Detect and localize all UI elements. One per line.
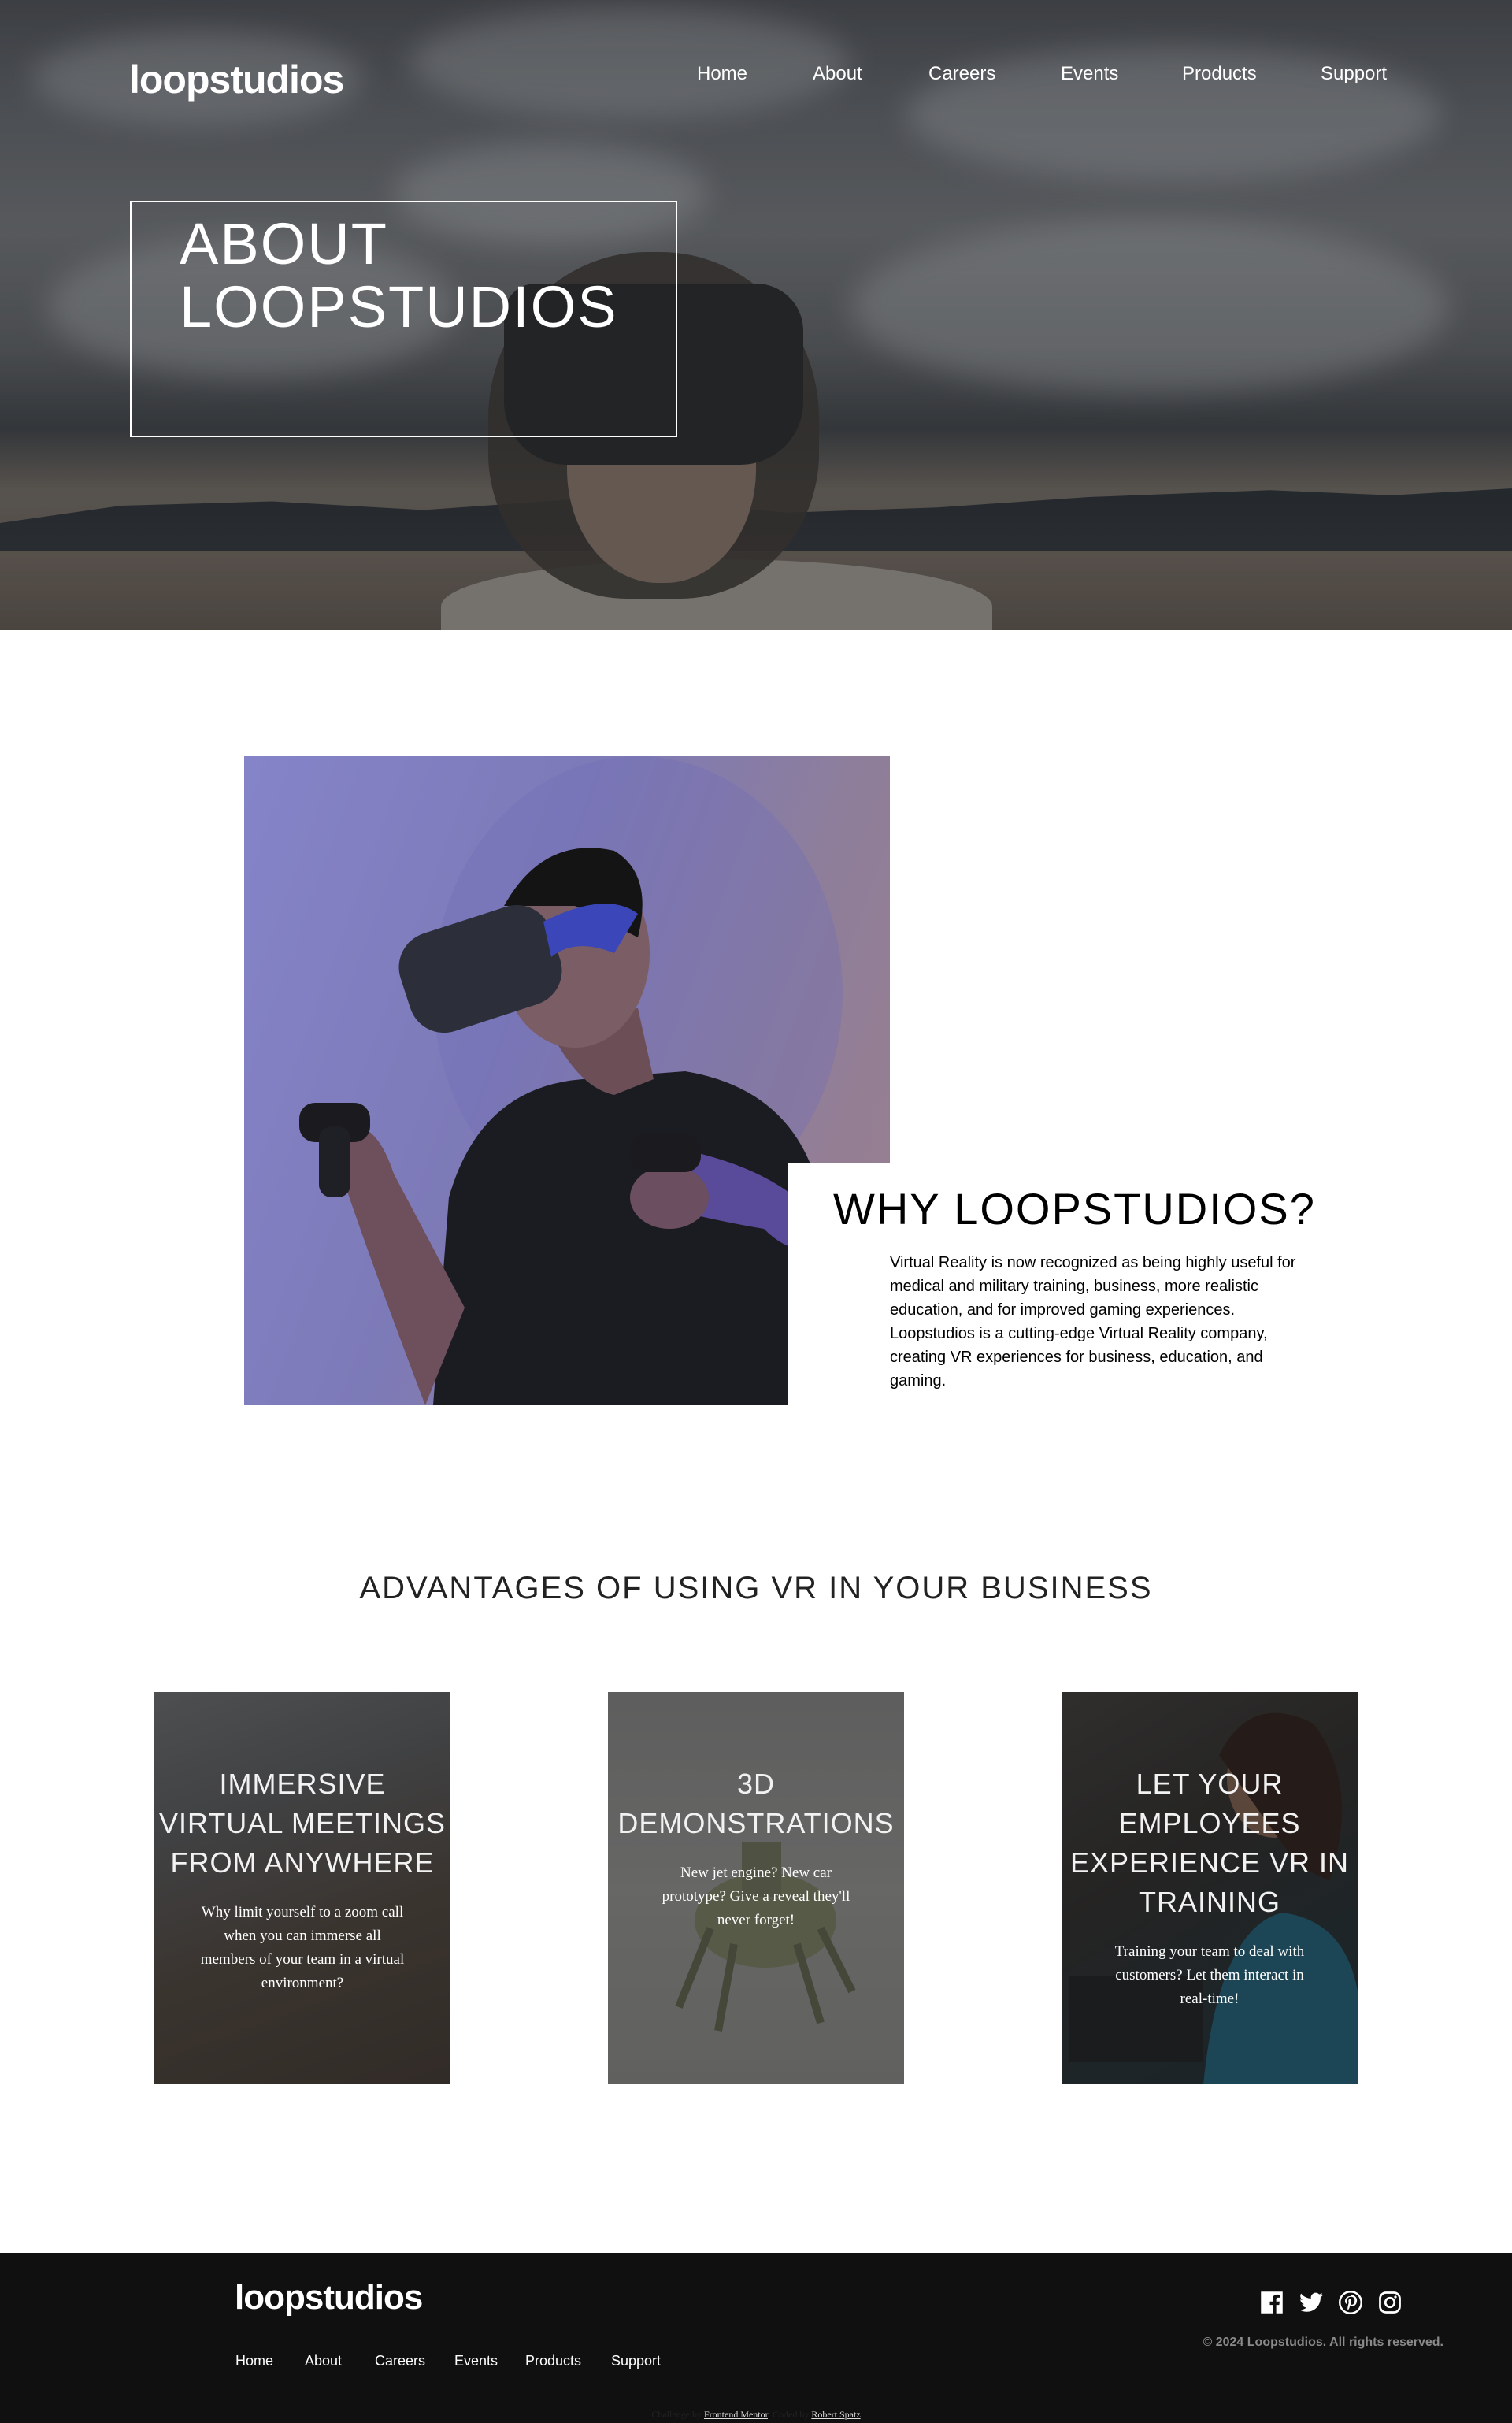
footer-nav-support[interactable]: Support — [611, 2353, 661, 2369]
why-title: WHY LOOPSTUDIOS? — [833, 1184, 1316, 1234]
card-text: New jet engine? New car prototype? Give … — [662, 1865, 850, 1928]
footer-logo[interactable]: loopstudios — [235, 2278, 423, 2317]
header-logo[interactable]: loopstudios — [129, 57, 344, 102]
advantage-card-meetings[interactable]: IMMERSIVE VIRTUAL MEETINGS FROM ANYWHERE… — [154, 1692, 450, 2084]
nav-about[interactable]: About — [813, 63, 862, 85]
card-title: 3D DEMONSTRATIONS — [617, 1768, 895, 1839]
nav-events[interactable]: Events — [1061, 63, 1118, 85]
why-description: Virtual Reality is now recognized as bei… — [890, 1254, 1296, 1390]
attribution-challenge-link[interactable]: Frontend Mentor — [704, 2409, 768, 2420]
advantage-card-3d[interactable]: 3D DEMONSTRATIONS New jet engine? New ca… — [608, 1692, 904, 2084]
nav-careers[interactable]: Careers — [928, 63, 995, 85]
pinterest-icon[interactable] — [1337, 2289, 1364, 2316]
nav-support[interactable]: Support — [1321, 63, 1387, 85]
card-text: Why limit yourself to a zoom call when y… — [200, 1904, 405, 1991]
footer-nav-about[interactable]: About — [305, 2353, 342, 2369]
card-text: Training your team to deal with customer… — [1114, 1943, 1305, 2007]
hero-title-line: LOOPSTUDIOS — [180, 274, 618, 340]
twitter-icon[interactable] — [1298, 2289, 1325, 2316]
advantage-card-training[interactable]: LET YOUR EMPLOYEES EXPERIENCE VR IN TRAI… — [1062, 1692, 1358, 2084]
hero-title-line: ABOUT — [180, 211, 388, 276]
footer-nav-careers[interactable]: Careers — [375, 2353, 425, 2369]
instagram-icon[interactable] — [1377, 2289, 1403, 2316]
attribution: Challenge by Frontend Mentor. Coded by R… — [0, 2409, 1512, 2421]
card-overlay — [154, 1692, 450, 2084]
footer-nav-home[interactable]: Home — [235, 2353, 273, 2369]
hero-title: ABOUT LOOPSTUDIOS — [180, 213, 652, 339]
attribution-prefix: Challenge by — [651, 2409, 702, 2420]
facebook-icon[interactable] — [1258, 2289, 1285, 2316]
nav-home[interactable]: Home — [697, 63, 747, 85]
card-title: LET YOUR EMPLOYEES EXPERIENCE VR IN TRAI… — [1069, 1768, 1350, 1918]
nav-products[interactable]: Products — [1182, 63, 1257, 85]
copyright: © 2024 Loopstudios. All rights reserved. — [1203, 2336, 1444, 2349]
footer-nav-products[interactable]: Products — [525, 2353, 581, 2369]
attribution-middle: . Coded by — [767, 2409, 810, 2420]
footer-nav-events[interactable]: Events — [454, 2353, 498, 2369]
advantages-title: ADVANTAGES OF USING VR IN YOUR BUSINESS — [359, 1571, 1153, 1605]
attribution-author-link[interactable]: Robert Spatz — [811, 2409, 860, 2420]
card-title: IMMERSIVE VIRTUAL MEETINGS FROM ANYWHERE — [158, 1768, 447, 1879]
